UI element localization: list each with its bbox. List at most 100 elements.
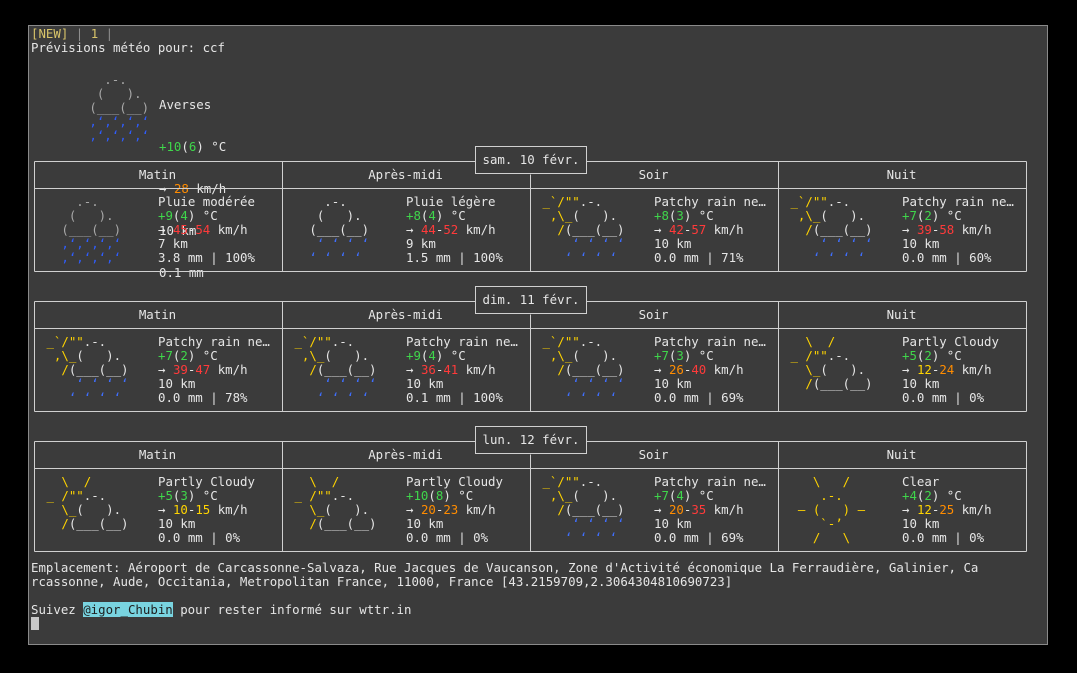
condition-text: Pluie modérée (158, 194, 255, 209)
tmux-tab-bar[interactable]: [NEW] | 1 | (31, 27, 113, 41)
forecast-cell: \ / _ /"".-. \_( ). /(___(__) Partly Clo… (283, 469, 530, 553)
forecast-info: Patchy rain ne… +7(2) °C → 39-47 km/h 10 km… (158, 335, 270, 405)
forecast-cell: _`/"".-. ,\_( ). /(___(__) ʻ ʻ ʻ ʻ ʻ ʻ ʻ… (531, 329, 778, 413)
period-header: Après-midi (368, 447, 443, 462)
partly-cloudy-icon: \ / _ /"".-. \_( ). /(___(__) (287, 474, 384, 531)
forecast-info: Patchy rain ne… +7(3) °C → 26-40 km/h 10 km… (654, 335, 766, 405)
condition-text: Pluie légère (406, 194, 496, 209)
precipitation: 0.1 mm | 100% (406, 390, 503, 405)
terminal-cursor (31, 617, 39, 630)
terminal-window: [NEW] | 1 | Prévisions météo pour: ccf .… (28, 25, 1048, 645)
current-desc: Averses (159, 97, 212, 112)
forecast-info: Pluie modérée +9(4) °C → 45-54 km/h 7 km 3.8… (158, 195, 255, 265)
location-line-continued: rcassonne, Aude, Occitania, Metropolitan… (31, 574, 733, 589)
forecast-day-1: sam. 10 févr. Matin .-. ( ). (___(__) ‚ʻ‚… (34, 146, 1027, 273)
visibility: 7 km (158, 236, 188, 251)
wind-speed: → 12-25 km/h (902, 502, 992, 517)
forecast-day-2: dim. 11 févr. Matin _`/"".-. ,\_( ). /(__… (34, 286, 1027, 413)
forecast-header: Prévisions météo pour: ccf (31, 40, 225, 55)
forecast-cell: .-. ( ). (___(__) ʻ ʻ ʻ ʻ ʻ ʻ ʻ ʻ Pluie … (283, 189, 530, 273)
condition-text: Partly Cloudy (902, 334, 999, 349)
period-header: Après-midi (368, 307, 443, 322)
forecast-cell: _`/"".-. ,\_( ). /(___(__) ʻ ʻ ʻ ʻ ʻ ʻ ʻ… (283, 329, 530, 413)
period-header: Nuit (886, 447, 917, 462)
temperature: +8(4) °C (406, 208, 466, 223)
condition-text: Patchy rain ne… (654, 334, 766, 349)
visibility: 10 km (158, 516, 196, 531)
visibility: 10 km (158, 376, 196, 391)
temperature: +5(3) °C (158, 488, 218, 503)
partly-cloudy-icon: \ / _ /"".-. \_( ). /(___(__) (783, 334, 880, 391)
period-header: Matin (138, 447, 177, 462)
period-header: Nuit (886, 167, 917, 182)
precipitation: 0.0 mm | 69% (654, 530, 744, 545)
period-header: Matin (138, 167, 177, 182)
sun-icon: \ / .-. ― ( ) ― `-’ / \ (783, 474, 880, 545)
visibility: 10 km (902, 516, 940, 531)
wind-speed: → 42-57 km/h (654, 222, 744, 237)
precipitation: 1.5 mm | 100% (406, 250, 503, 265)
wind-speed: → 45-54 km/h (158, 222, 248, 237)
wind-speed: → 10-15 km/h (158, 502, 248, 517)
temperature: +7(4) °C (654, 488, 714, 503)
forecast-info: Patchy rain ne… +9(4) °C → 36-41 km/h 10 km… (406, 335, 518, 405)
temperature: +5(2) °C (902, 348, 962, 363)
condition-text: Patchy rain ne… (406, 334, 518, 349)
wind-speed: → 39-47 km/h (158, 362, 248, 377)
visibility: 10 km (406, 376, 444, 391)
condition-text: Patchy rain ne… (654, 474, 766, 489)
precipitation: 0.0 mm | 0% (902, 390, 985, 405)
forecast-cell: .-. ( ). (___(__) ‚ʻ‚ʻ‚ʻ‚ʻ ‚ʻ‚ʻ‚ʻ‚ʻ Plui… (35, 189, 282, 273)
patchy-rain-icon: _`/"".-. ,\_( ). /(___(__) ʻ ʻ ʻ ʻ ʻ ʻ ʻ… (39, 334, 136, 405)
patchy-rain-icon: _`/"".-. ,\_( ). /(___(__) ʻ ʻ ʻ ʻ ʻ ʻ ʻ… (535, 194, 632, 265)
period-header: Après-midi (368, 167, 443, 182)
temperature: +7(3) °C (654, 348, 714, 363)
tab-new[interactable]: [NEW] (31, 26, 68, 41)
visibility: 10 km (654, 236, 692, 251)
period-header: Matin (138, 307, 177, 322)
forecast-info: Patchy rain ne… +7(2) °C → 39-58 km/h 10 km… (902, 195, 1014, 265)
visibility: 10 km (654, 376, 692, 391)
visibility: 10 km (654, 516, 692, 531)
temperature: +9(4) °C (406, 348, 466, 363)
wind-speed: → 36-41 km/h (406, 362, 496, 377)
visibility: 10 km (902, 236, 940, 251)
partly-cloudy-icon: \ / _ /"".-. \_( ). /(___(__) (39, 474, 136, 531)
forecast-day-3: lun. 12 févr. Matin \ / _ /"".-. \_( ). /… (34, 426, 1027, 553)
twitter-handle-link[interactable]: @igor_Chubin (83, 602, 173, 617)
temperature: +7(2) °C (902, 208, 962, 223)
follow-line: Suivez @igor_Chubin pour rester informé … (31, 602, 412, 617)
patchy-rain-icon: _`/"".-. ,\_( ). /(___(__) ʻ ʻ ʻ ʻ ʻ ʻ ʻ… (783, 194, 880, 265)
wind-speed: → 20-35 km/h (654, 502, 744, 517)
period-header: Soir (638, 307, 669, 322)
precipitation: 0.0 mm | 0% (406, 530, 489, 545)
precipitation: 0.0 mm | 78% (158, 390, 248, 405)
forecast-info: Clear +4(2) °C → 12-25 km/h 10 km 0.0 mm | 0… (902, 475, 992, 545)
period-header: Nuit (886, 307, 917, 322)
wind-speed: → 26-40 km/h (654, 362, 744, 377)
condition-text: Clear (902, 474, 940, 489)
precipitation: 3.8 mm | 100% (158, 250, 255, 265)
visibility: 9 km (406, 236, 436, 251)
visibility: 10 km (902, 376, 940, 391)
forecast-info: Partly Cloudy +5(3) °C → 10-15 km/h 10 km 0.… (158, 475, 255, 545)
temperature: +7(2) °C (158, 348, 218, 363)
forecast-cell: \ / _ /"".-. \_( ). /(___(__) Partly Clo… (779, 329, 1026, 413)
condition-text: Partly Cloudy (406, 474, 503, 489)
condition-text: Partly Cloudy (158, 474, 255, 489)
temperature: +9(4) °C (158, 208, 218, 223)
light-rain-icon: .-. ( ). (___(__) ʻ ʻ ʻ ʻ ʻ ʻ ʻ ʻ (287, 194, 384, 265)
forecast-cell: _`/"".-. ,\_( ). /(___(__) ʻ ʻ ʻ ʻ ʻ ʻ ʻ… (531, 189, 778, 273)
condition-text: Patchy rain ne… (158, 334, 270, 349)
forecast-cell: \ / _ /"".-. \_( ). /(___(__) Partly Clo… (35, 469, 282, 553)
rain-showers-icon: .-. ( ). (___(__) ‚ʻ‚ʻ‚ʻ‚ʻ ‚ʻ‚ʻ‚ʻ‚ʻ (39, 194, 144, 265)
forecast-cell: _`/"".-. ,\_( ). /(___(__) ʻ ʻ ʻ ʻ ʻ ʻ ʻ… (779, 189, 1026, 273)
condition-text: Patchy rain ne… (654, 194, 766, 209)
period-header: Soir (638, 447, 669, 462)
forecast-info: Partly Cloudy +10(8) °C → 20-23 km/h 10 km 0… (406, 475, 503, 545)
temperature: +4(2) °C (902, 488, 962, 503)
condition-text: Patchy rain ne… (902, 194, 1014, 209)
location-line: Emplacement: Aéroport de Carcassonne-Sal… (31, 560, 979, 575)
precipitation: 0.0 mm | 0% (902, 530, 985, 545)
period-header: Soir (638, 167, 669, 182)
